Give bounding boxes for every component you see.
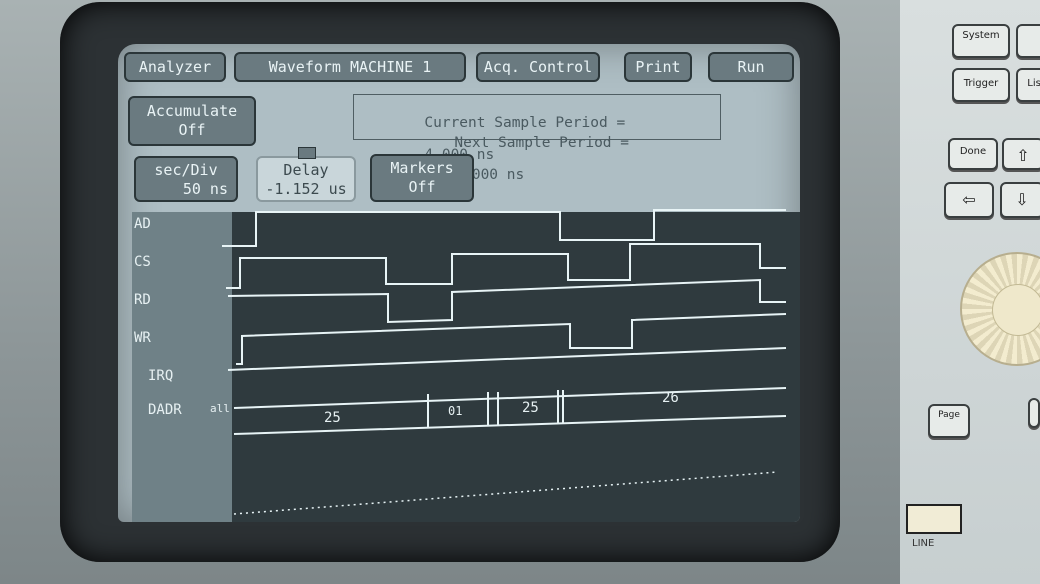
bus-value-01: 01 — [448, 404, 463, 418]
trace-rd — [227, 278, 786, 324]
trace-irq — [227, 347, 787, 371]
waveform-traces — [222, 209, 787, 515]
system-key[interactable]: System — [952, 24, 1010, 58]
trace-ad — [222, 209, 786, 247]
arrow-left-key[interactable]: ⇦ — [944, 182, 994, 218]
bus-value-25: 25 — [324, 410, 341, 426]
trigger-key[interactable]: Trigger — [952, 68, 1010, 102]
power-switch[interactable] — [906, 504, 962, 534]
analyzer-screen: Analyzer Waveform MACHINE 1 Acq. Control… — [118, 44, 800, 522]
page-key[interactable]: Page — [928, 404, 970, 438]
bus-value-25-b: 25 — [522, 400, 539, 416]
line-label: LINE — [912, 538, 935, 549]
other-key[interactable] — [1016, 24, 1040, 58]
arrow-up-key[interactable]: ⇧ — [1002, 138, 1040, 170]
extra-key[interactable] — [1028, 398, 1040, 428]
trace-dadr-top — [233, 387, 787, 409]
trace-dadr-bottom — [233, 415, 787, 435]
done-key[interactable]: Done — [948, 138, 998, 170]
trace-wr — [236, 313, 787, 365]
arrow-down-key[interactable]: ⇩ — [1000, 182, 1040, 218]
list-key[interactable]: List — [1016, 68, 1040, 102]
bus-value-26: 26 — [662, 390, 679, 406]
